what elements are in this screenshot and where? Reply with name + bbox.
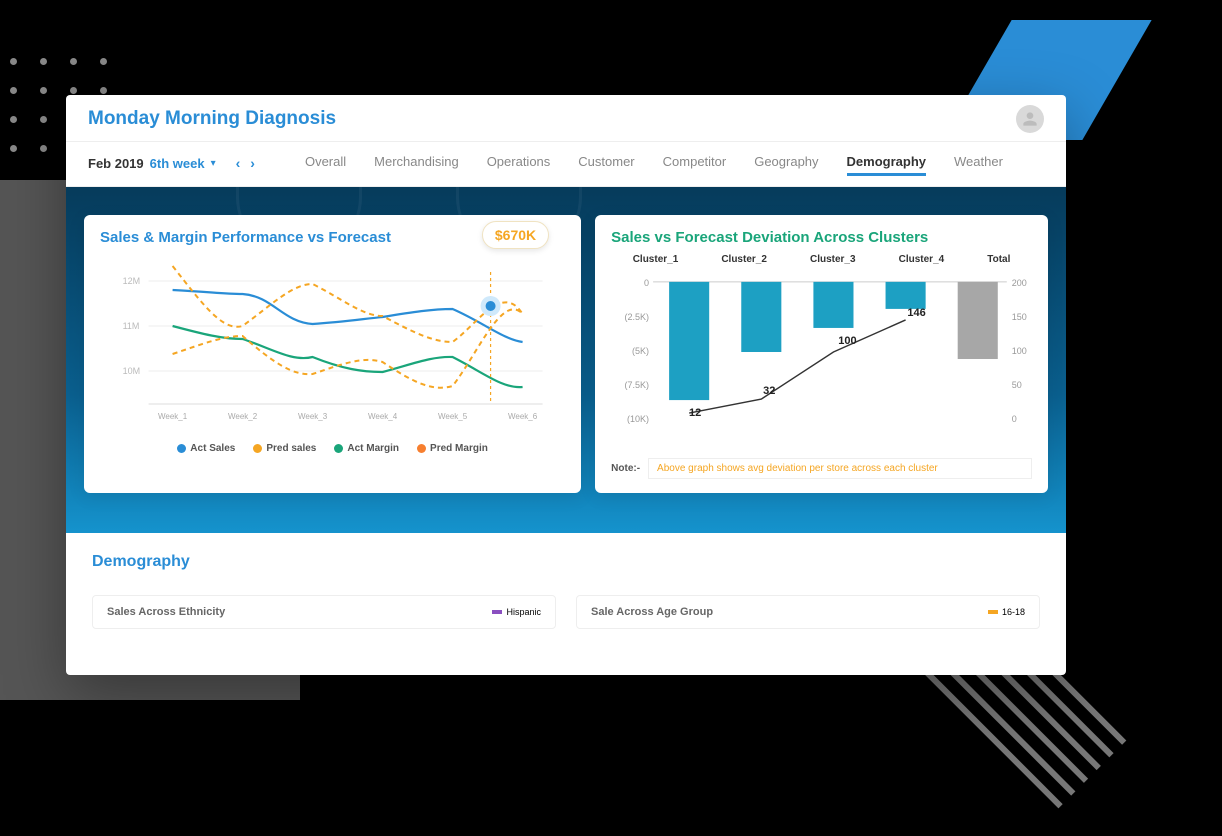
- card-sales-ethnicity[interactable]: Sales Across Ethnicity Hispanic: [92, 595, 556, 629]
- bar-chart: 0 (2.5K) (5K) (7.5K) (10K) 200 150 100 5…: [611, 267, 1032, 447]
- svg-text:10M: 10M: [123, 366, 141, 376]
- tab-weather[interactable]: Weather: [954, 150, 1003, 176]
- svg-text:Week_3: Week_3: [298, 412, 328, 421]
- callout-value: $670K: [482, 221, 549, 249]
- legend-pred-sales: Pred sales: [253, 443, 316, 454]
- svg-text:Week_5: Week_5: [438, 412, 468, 421]
- svg-text:200: 200: [1012, 278, 1027, 288]
- svg-text:(10K): (10K): [627, 414, 649, 424]
- legend-pred-margin: Pred Margin: [417, 443, 488, 454]
- mini-legend: Hispanic: [492, 607, 541, 617]
- svg-text:Week_6: Week_6: [508, 412, 538, 421]
- tab-overall[interactable]: Overall: [305, 150, 346, 176]
- svg-text:100: 100: [838, 335, 856, 347]
- svg-text:11M: 11M: [123, 321, 140, 331]
- date-week: 6th week: [150, 156, 205, 171]
- legend-act-sales: Act Sales: [177, 443, 235, 454]
- swatch-icon: [988, 610, 998, 614]
- next-week-button[interactable]: ›: [248, 155, 257, 171]
- section-heading: Demography: [92, 553, 1040, 571]
- svg-text:0: 0: [1012, 414, 1017, 424]
- app-window: Monday Morning Diagnosis Feb 2019 6th we…: [66, 95, 1066, 675]
- svg-text:0: 0: [644, 278, 649, 288]
- card-sales-age-group[interactable]: Sale Across Age Group 16-18: [576, 595, 1040, 629]
- nav-tabs: Overall Merchandising Operations Custome…: [305, 150, 1003, 176]
- svg-text:(5K): (5K): [632, 346, 649, 356]
- hero-band: Sales & Margin Performance vs Forecast $…: [66, 187, 1066, 533]
- cluster-headers: Cluster_1 Cluster_2 Cluster_3 Cluster_4 …: [611, 254, 1032, 265]
- tab-customer[interactable]: Customer: [578, 150, 634, 176]
- svg-text:100: 100: [1012, 346, 1027, 356]
- card-title: Sales vs Forecast Deviation Across Clust…: [611, 229, 1032, 246]
- sub-card-title: Sale Across Age Group: [591, 606, 713, 618]
- card-deviation: Sales vs Forecast Deviation Across Clust…: [595, 215, 1048, 493]
- svg-text:Week_1: Week_1: [158, 412, 188, 421]
- svg-text:150: 150: [1012, 312, 1027, 322]
- svg-text:50: 50: [1012, 380, 1022, 390]
- page-title: Monday Morning Diagnosis: [88, 108, 336, 130]
- nav-bar: Feb 2019 6th week ▾ ‹ › Overall Merchand…: [66, 141, 1066, 187]
- svg-text:(7.5K): (7.5K): [625, 380, 650, 390]
- svg-text:146: 146: [908, 307, 926, 319]
- chevron-down-icon[interactable]: ▾: [211, 158, 216, 169]
- note-row: Note:- Above graph shows avg deviation p…: [611, 458, 1032, 479]
- tab-merchandising[interactable]: Merchandising: [374, 150, 459, 176]
- sub-card-title: Sales Across Ethnicity: [107, 606, 225, 618]
- tab-operations[interactable]: Operations: [487, 150, 551, 176]
- svg-text:32: 32: [763, 385, 775, 397]
- legend-act-margin: Act Margin: [334, 443, 399, 454]
- svg-text:Week_4: Week_4: [368, 412, 398, 421]
- tab-geography[interactable]: Geography: [754, 150, 818, 176]
- mini-legend: 16-18: [988, 607, 1025, 617]
- user-icon: [1020, 109, 1040, 129]
- avatar[interactable]: [1016, 105, 1044, 133]
- demography-section: Demography Sales Across Ethnicity Hispan…: [66, 533, 1066, 649]
- svg-text:12M: 12M: [123, 276, 141, 286]
- line-chart: 12M 11M 10M Week_1 Week_2 Week_3 Week_4 …: [100, 254, 565, 434]
- card-title: Sales & Margin Performance vs Forecast: [100, 229, 565, 246]
- tab-competitor[interactable]: Competitor: [663, 150, 727, 176]
- swatch-icon: [492, 610, 502, 614]
- card-sales-forecast: Sales & Margin Performance vs Forecast $…: [84, 215, 581, 493]
- svg-text:(2.5K): (2.5K): [625, 312, 650, 322]
- svg-text:Week_2: Week_2: [228, 412, 258, 421]
- title-bar: Monday Morning Diagnosis: [66, 95, 1066, 141]
- note-label: Note:-: [611, 463, 640, 474]
- prev-week-button[interactable]: ‹: [234, 155, 243, 171]
- tab-demography[interactable]: Demography: [847, 150, 926, 176]
- date-picker[interactable]: Feb 2019 6th week ▾ ‹ ›: [88, 155, 257, 171]
- legend: Act Sales Pred sales Act Margin Pred Mar…: [100, 443, 565, 454]
- svg-text:12: 12: [689, 407, 701, 419]
- note-text: Above graph shows avg deviation per stor…: [648, 458, 1032, 479]
- date-month: Feb 2019: [88, 156, 144, 171]
